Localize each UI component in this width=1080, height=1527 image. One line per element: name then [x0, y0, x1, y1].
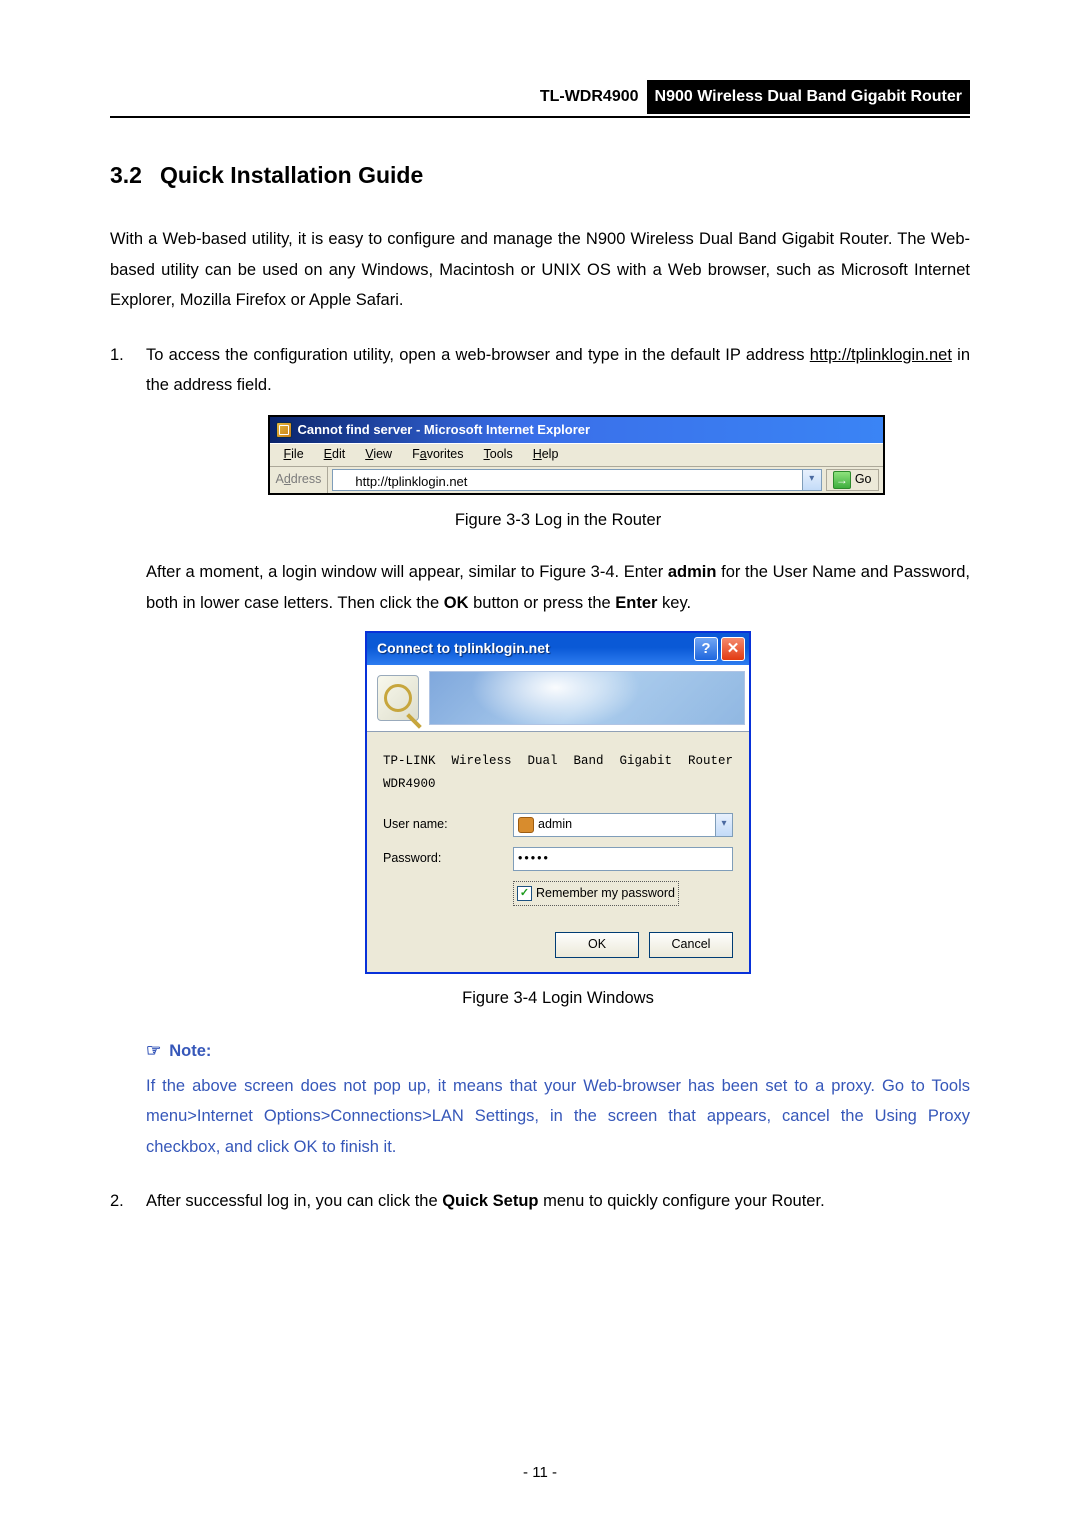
step1-body: To access the configuration utility, ope… [146, 340, 970, 1162]
menu-favorites[interactable]: FavoritesFavorites [404, 442, 471, 467]
password-label: Password: [383, 847, 513, 870]
login-title: Connect to tplinklogin.net [377, 636, 550, 662]
header-rule [110, 116, 970, 118]
step1-text-a: To access the configuration utility, ope… [146, 346, 810, 364]
section-heading: 3.2 Quick Installation Guide [110, 154, 970, 197]
ie-window-title: Cannot find server - Microsoft Internet … [298, 418, 591, 442]
username-dropdown-icon[interactable]: ▾ [715, 814, 732, 836]
go-arrow-icon: → [833, 471, 851, 489]
figure-3-3: Cannot find server - Microsoft Internet … [182, 415, 970, 495]
dialog-help-button[interactable]: ? [694, 637, 718, 661]
key-icon [377, 675, 419, 721]
password-value: ••••• [518, 847, 550, 870]
section-title: Quick Installation Guide [160, 162, 423, 188]
go-button[interactable]: → Go [826, 469, 879, 491]
remember-checkbox[interactable]: ✓ Remember my password [513, 881, 679, 906]
ok-button[interactable]: OK [555, 932, 639, 958]
figure-3-3-caption: Figure 3-3 Log in the Router [146, 505, 970, 536]
dialog-close-button[interactable]: ✕ [721, 637, 745, 661]
menu-view[interactable]: ViewView [357, 442, 400, 467]
go-label: Go [855, 468, 872, 491]
doc-header: TL-WDR4900 N900 Wireless Dual Band Gigab… [110, 80, 970, 114]
login-title-bar: Connect to tplinklogin.net ? ✕ [367, 633, 749, 665]
menu-help[interactable]: HelpHelp [525, 442, 567, 467]
username-label: User name: [383, 813, 513, 836]
address-label: AddressAddress [270, 467, 329, 493]
note-label: Note: [169, 1036, 211, 1067]
password-field[interactable]: ••••• [513, 847, 733, 871]
login-body: TP-LINK Wireless Dual Band Gigabit Route… [367, 732, 749, 971]
ie-warning-icon [276, 422, 292, 438]
ie-browser-window: Cannot find server - Microsoft Internet … [268, 415, 885, 495]
username-field[interactable]: admin ▾ [513, 813, 733, 837]
login-dialog: Connect to tplinklogin.net ? ✕ TP-LINK W… [366, 632, 750, 972]
checkbox-check-icon: ✓ [517, 886, 532, 901]
login-banner [367, 665, 749, 732]
realm-text: TP-LINK Wireless Dual Band Gigabit Route… [383, 750, 733, 796]
note-body: If the above screen does not pop up, it … [146, 1071, 970, 1163]
figure-3-4: Connect to tplinklogin.net ? ✕ TP-LINK W… [146, 632, 970, 972]
menu-tools[interactable]: ToolsTools [476, 442, 521, 467]
address-dropdown-icon[interactable]: ▾ [802, 470, 821, 490]
menu-edit[interactable]: EditEdit [316, 442, 354, 467]
tplink-url-link[interactable]: http://tplinklogin.net [810, 346, 952, 364]
after-fig33-text: After a moment, a login window will appe… [146, 557, 970, 618]
remember-label: Remember my password [536, 882, 675, 905]
banner-decoration [429, 671, 745, 725]
step2-number: 2. [110, 1186, 146, 1217]
note-header: ☞ Note: [146, 1035, 970, 1066]
user-icon [518, 817, 534, 833]
section-number: 3.2 [110, 154, 142, 197]
model-badge: TL-WDR4900 [532, 80, 647, 114]
ie-address-row: AddressAddress http://tplinklogin.net ▾ … [270, 467, 883, 493]
step1-number: 1. [110, 340, 146, 1162]
intro-paragraph: With a Web-based utility, it is easy to … [110, 224, 970, 316]
ie-menu-bar: FFileile EditEdit ViewView FavoritesFavo… [270, 443, 883, 467]
pointing-hand-icon: ☞ [146, 1035, 161, 1066]
figure-3-4-caption: Figure 3-4 Login Windows [146, 983, 970, 1014]
step2-body: After successful log in, you can click t… [146, 1186, 970, 1217]
page-number: - 11 - [0, 1459, 1080, 1487]
cancel-button[interactable]: Cancel [649, 932, 733, 958]
username-value: admin [538, 813, 711, 836]
model-description: N900 Wireless Dual Band Gigabit Router [647, 80, 970, 114]
menu-file[interactable]: FFileile [276, 442, 312, 467]
address-input[interactable]: http://tplinklogin.net [333, 470, 801, 490]
ie-title-bar: Cannot find server - Microsoft Internet … [270, 417, 883, 443]
